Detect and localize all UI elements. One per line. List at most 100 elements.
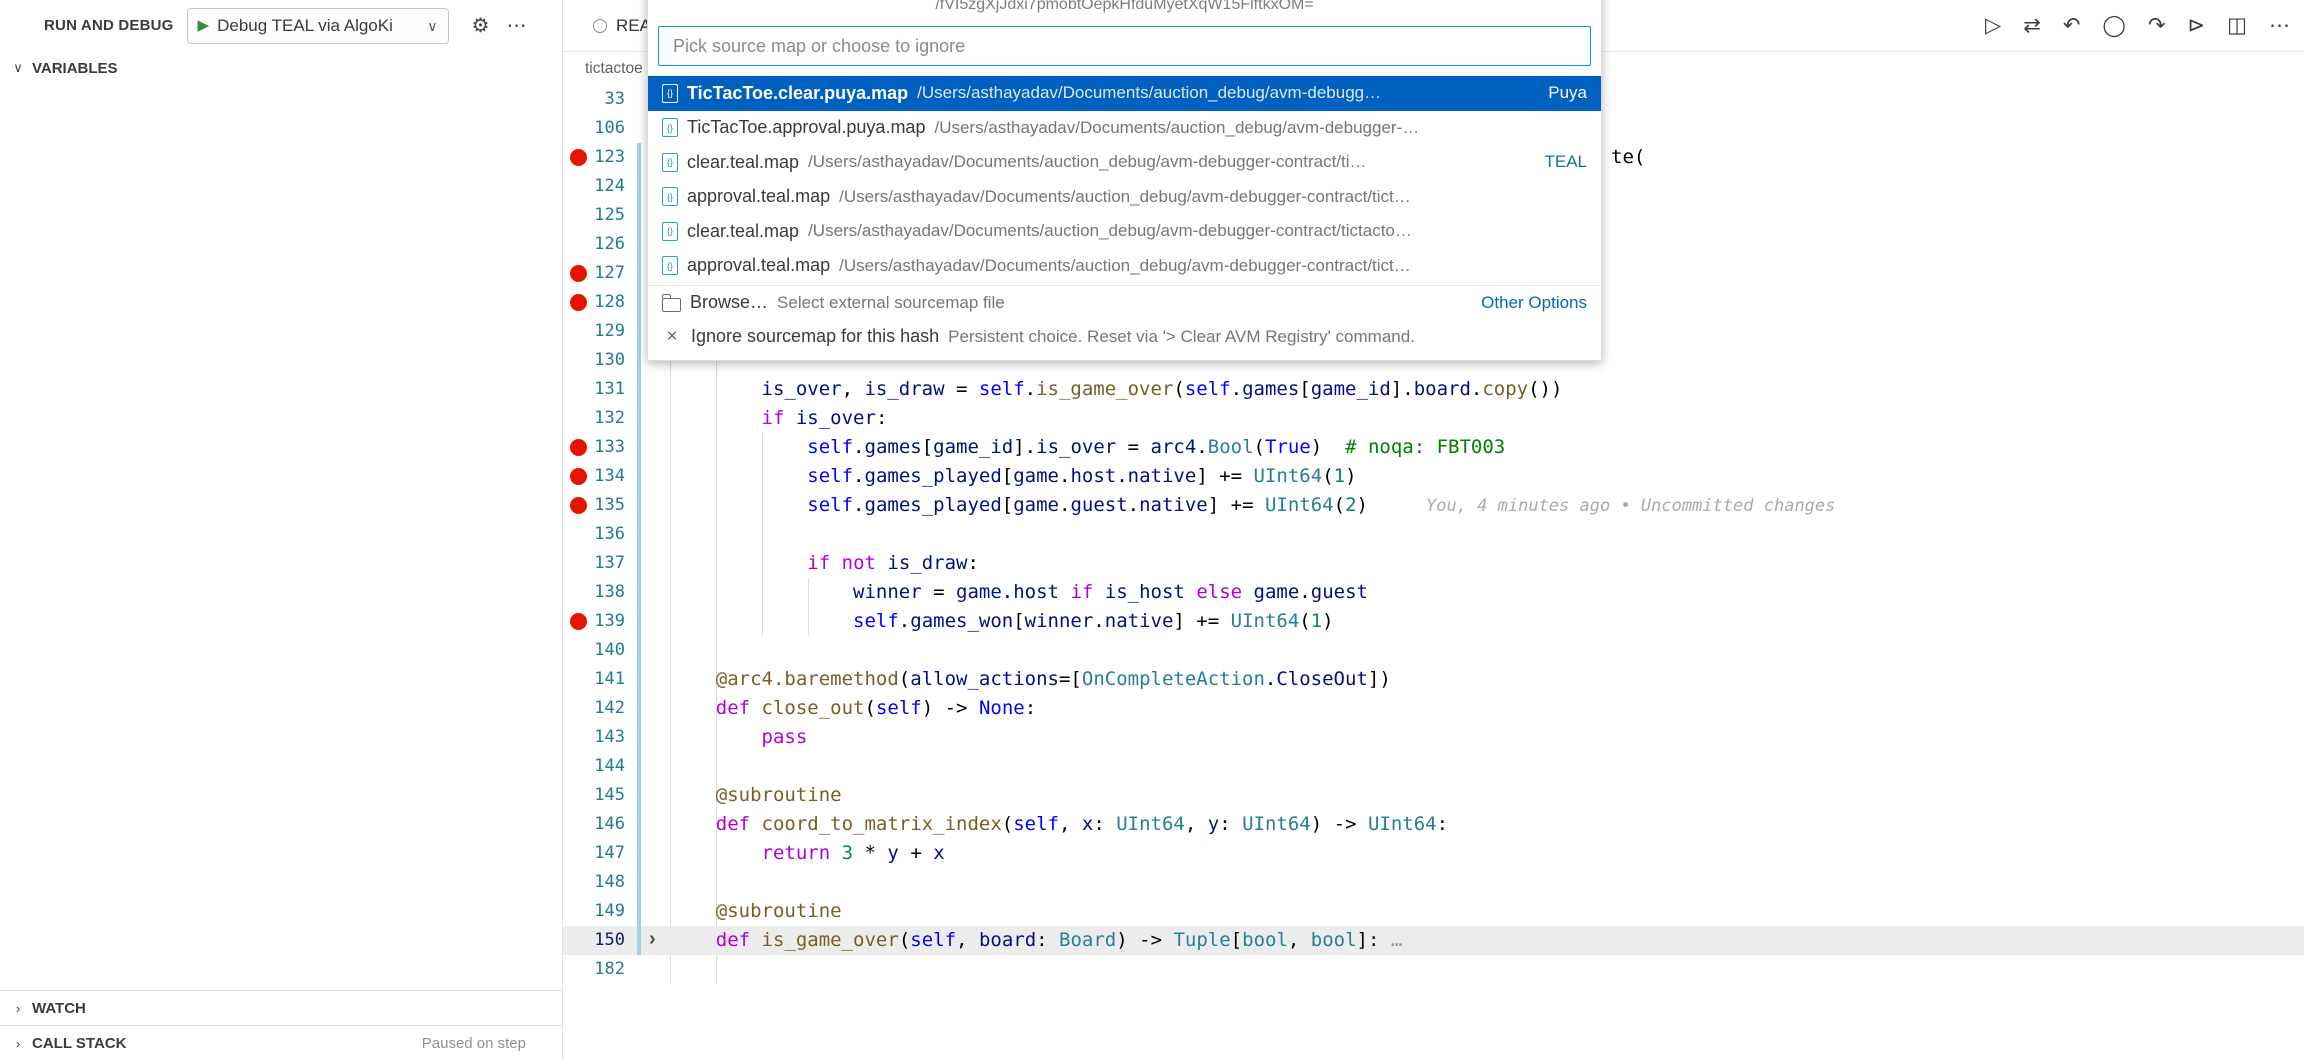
code-text[interactable]: self.games_played[game.guest.native] += … — [670, 491, 2304, 520]
quickpick-item[interactable]: approval.teal.map/Users/asthayadav/Docum… — [648, 249, 1601, 284]
more-actions-icon[interactable]: ⋯ — [2269, 15, 2290, 36]
breakpoint-icon[interactable] — [570, 468, 587, 485]
gutter[interactable]: 139 — [563, 607, 670, 636]
code-line[interactable]: 150› def is_game_over(self, board: Board… — [563, 926, 2304, 955]
code-text[interactable] — [670, 636, 2304, 665]
gutter[interactable]: 136 — [563, 520, 670, 549]
gutter[interactable]: 145 — [563, 781, 670, 810]
gutter[interactable]: 142 — [563, 694, 670, 723]
code-text[interactable]: return 3 * y + x — [670, 839, 2304, 868]
breakpoint-icon[interactable] — [570, 149, 587, 166]
gutter[interactable]: 131 — [563, 375, 670, 404]
call-stack-section-header[interactable]: › CALL STACK Paused on step — [0, 1025, 562, 1060]
run-icon[interactable]: ▷ — [1985, 15, 2001, 36]
code-text[interactable]: self.games_won[winner.native] += UInt64(… — [670, 607, 2304, 636]
code-text[interactable]: self.games_played[game.host.native] += U… — [670, 462, 2304, 491]
code-line[interactable]: 139 self.games_won[winner.native] += UIn… — [563, 607, 2304, 636]
code-line[interactable]: 145 @subroutine — [563, 781, 2304, 810]
gutter[interactable]: 143 — [563, 723, 670, 752]
fold-chevron-icon[interactable]: › — [649, 926, 656, 953]
code-line[interactable]: 148 — [563, 868, 2304, 897]
code-text[interactable]: pass — [670, 723, 2304, 752]
breadcrumb-item[interactable]: tictactoe — [585, 60, 643, 78]
code-text[interactable]: winner = game.host if is_host else game.… — [670, 578, 2304, 607]
gutter[interactable]: 140 — [563, 636, 670, 665]
breakpoint-icon[interactable] — [570, 294, 587, 311]
quickpick-input[interactable] — [658, 26, 1591, 66]
variables-section-header[interactable]: ∨ VARIABLES — [0, 51, 562, 85]
gutter[interactable]: 138 — [563, 578, 670, 607]
more-actions-icon[interactable]: ⋯ — [506, 13, 526, 38]
gutter[interactable]: 144 — [563, 752, 670, 781]
code-line[interactable]: 134 self.games_played[game.host.native] … — [563, 462, 2304, 491]
gutter[interactable]: 137 — [563, 549, 670, 578]
record-icon[interactable]: ◯ — [2102, 15, 2126, 36]
code-text[interactable] — [670, 520, 2304, 549]
code-line[interactable]: 133 self.games[game_id].is_over = arc4.B… — [563, 433, 2304, 462]
code-text[interactable] — [670, 868, 2304, 897]
start-debug-icon[interactable]: ▶ — [198, 18, 210, 33]
quickpick-item[interactable]: ×Ignore sourcemap for this hashPersisten… — [648, 320, 1601, 355]
code-line[interactable]: 140 — [563, 636, 2304, 665]
code-line[interactable]: 132 if is_over: — [563, 404, 2304, 433]
code-line[interactable]: 141 @arc4.baremethod(allow_actions=[OnCo… — [563, 665, 2304, 694]
other-options-link[interactable]: Other Options — [1481, 293, 1587, 313]
breakpoint-icon[interactable] — [570, 439, 587, 456]
code-line[interactable]: 144 — [563, 752, 2304, 781]
gutter[interactable]: 149 — [563, 897, 670, 926]
code-text[interactable]: is_over, is_draw = self.is_game_over(sel… — [670, 375, 2304, 404]
split-editor-icon[interactable]: ◫ — [2227, 15, 2247, 36]
watch-section-header[interactable]: › WATCH — [0, 990, 562, 1025]
code-text[interactable]: @subroutine — [670, 897, 2304, 926]
gutter[interactable]: 182 — [563, 955, 670, 984]
gutter[interactable]: 135 — [563, 491, 670, 520]
code-line[interactable]: 131 is_over, is_draw = self.is_game_over… — [563, 375, 2304, 404]
step-forward-icon[interactable]: ↷ — [2148, 15, 2166, 36]
code-text[interactable] — [670, 752, 2304, 781]
gutter[interactable]: 132 — [563, 404, 670, 433]
code-text[interactable]: if is_over: — [670, 404, 2304, 433]
code-line[interactable]: 149 @subroutine — [563, 897, 2304, 926]
step-back-icon[interactable]: ↶ — [2063, 15, 2081, 36]
debug-config-dropdown[interactable]: ▶ Debug TEAL via AlgoKi ∨ — [187, 8, 449, 44]
breakpoint-icon[interactable] — [570, 265, 587, 282]
continue-icon[interactable]: ⊳ — [2188, 15, 2206, 36]
gutter[interactable]: 133 — [563, 433, 670, 462]
code-text[interactable]: if not is_draw: — [670, 549, 2304, 578]
code-line[interactable]: 147 return 3 * y + x — [563, 839, 2304, 868]
breakpoint-icon[interactable] — [570, 497, 587, 514]
tab-label: REA — [616, 16, 651, 36]
gutter[interactable]: 141 — [563, 665, 670, 694]
gutter[interactable]: 147 — [563, 839, 670, 868]
code-text[interactable] — [670, 955, 2304, 984]
code-text[interactable]: def close_out(self) -> None: — [670, 694, 2304, 723]
code-text[interactable]: self.games[game_id].is_over = arc4.Bool(… — [670, 433, 2304, 462]
line-number: 149 — [594, 897, 625, 926]
code-text[interactable]: @arc4.baremethod(allow_actions=[OnComple… — [670, 665, 2304, 694]
gutter[interactable]: 150› — [563, 926, 670, 955]
quickpick-item[interactable]: TicTacToe.clear.puya.map/Users/asthayada… — [648, 76, 1601, 111]
code-text[interactable]: def coord_to_matrix_index(self, x: UInt6… — [670, 810, 2304, 839]
breakpoint-icon[interactable] — [570, 613, 587, 630]
quickpick-item[interactable]: clear.teal.map/Users/asthayadav/Document… — [648, 145, 1601, 180]
gutter[interactable]: 146 — [563, 810, 670, 839]
quickpick-item[interactable]: clear.teal.map/Users/asthayadav/Document… — [648, 214, 1601, 249]
code-line[interactable]: 146 def coord_to_matrix_index(self, x: U… — [563, 810, 2304, 839]
code-line[interactable]: 136 — [563, 520, 2304, 549]
file-code-icon — [662, 84, 678, 103]
quickpick-item[interactable]: approval.teal.map/Users/asthayadav/Docum… — [648, 180, 1601, 215]
code-line[interactable]: 143 pass — [563, 723, 2304, 752]
gear-icon[interactable]: ⚙ — [472, 13, 490, 38]
quickpick-item[interactable]: Browse…Select external sourcemap fileOth… — [648, 285, 1601, 320]
code-text[interactable]: @subroutine — [670, 781, 2304, 810]
code-line[interactable]: 137 if not is_draw: — [563, 549, 2304, 578]
code-line[interactable]: 138 winner = game.host if is_host else g… — [563, 578, 2304, 607]
code-line[interactable]: 142 def close_out(self) -> None: — [563, 694, 2304, 723]
code-line[interactable]: 135 self.games_played[game.guest.native]… — [563, 491, 2304, 520]
code-text[interactable]: def is_game_over(self, board: Board) -> … — [670, 926, 2304, 955]
gutter[interactable]: 148 — [563, 868, 670, 897]
compare-icon[interactable]: ⇄ — [2023, 15, 2041, 36]
gutter[interactable]: 134 — [563, 462, 670, 491]
code-line[interactable]: 182 — [563, 955, 2304, 984]
quickpick-item[interactable]: TicTacToe.approval.puya.map/Users/asthay… — [648, 111, 1601, 146]
